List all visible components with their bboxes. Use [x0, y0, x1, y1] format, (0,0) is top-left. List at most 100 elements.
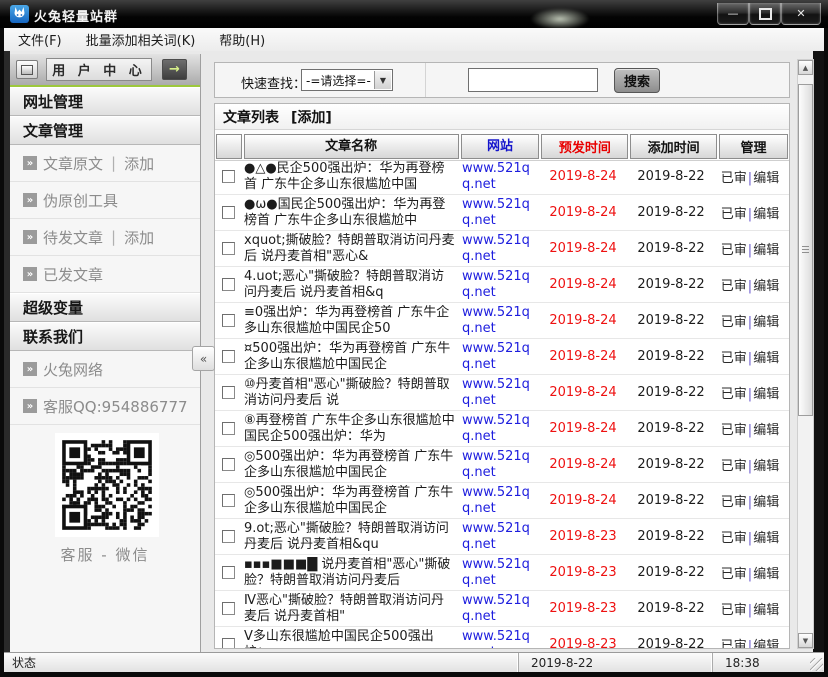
triangle-down-icon: ▼ — [803, 637, 808, 645]
article-name: ◎500强出炉：华为再登榜首 广东牛企多山东很尴尬中国民企 — [241, 449, 459, 481]
audited-link[interactable]: 已审 — [721, 243, 747, 258]
menu-file[interactable]: 文件(F) — [8, 28, 72, 51]
edit-link[interactable]: 编辑 — [753, 639, 779, 648]
sidebar-header-7[interactable]: 联系我们 — [10, 322, 200, 351]
audited-link[interactable]: 已审 — [721, 603, 747, 618]
sidebar-header-0[interactable]: 网址管理 — [10, 87, 200, 116]
site-link[interactable]: www.521qq.net — [459, 305, 539, 337]
row-checkbox[interactable] — [222, 386, 235, 399]
sidebar-item-add-link[interactable]: 添加 — [124, 227, 154, 248]
column-header-添加时间[interactable]: 添加时间 — [630, 134, 717, 159]
column-header-预发时间[interactable]: 预发时间 — [541, 134, 628, 159]
combo-dropdown-button[interactable]: ▼ — [374, 71, 391, 89]
site-link[interactable]: www.521qq.net — [459, 233, 539, 265]
row-checkbox[interactable] — [222, 242, 235, 255]
row-checkbox[interactable] — [222, 314, 235, 327]
sidebar-header-6[interactable]: 超级变量 — [10, 293, 200, 322]
sidebar-nav: 网址管理文章管理»文章原文|添加»伪原创工具»待发文章|添加»已发文章超级变量联… — [10, 87, 200, 425]
edit-link[interactable]: 编辑 — [753, 459, 779, 474]
edit-link[interactable]: 编辑 — [753, 495, 779, 510]
site-link[interactable]: www.521qq.net — [459, 449, 539, 481]
edit-link[interactable]: 编辑 — [753, 279, 779, 294]
row-checkbox[interactable] — [222, 602, 235, 615]
site-link[interactable]: www.521qq.net — [459, 629, 539, 649]
site-link[interactable]: www.521qq.net — [459, 341, 539, 373]
row-checkbox[interactable] — [222, 530, 235, 543]
site-link[interactable]: www.521qq.net — [459, 197, 539, 229]
scrollbar-thumb[interactable] — [798, 84, 813, 416]
user-center-button[interactable]: 用 户 中 心 — [46, 58, 152, 81]
audited-link[interactable]: 已审 — [721, 315, 747, 330]
edit-link[interactable]: 编辑 — [753, 171, 779, 186]
edit-link[interactable]: 编辑 — [753, 567, 779, 582]
audited-link[interactable]: 已审 — [721, 279, 747, 294]
site-link[interactable]: www.521qq.net — [459, 377, 539, 409]
minimize-button[interactable]: — — [717, 3, 749, 25]
audited-link[interactable]: 已审 — [721, 171, 747, 186]
menu-batch-add-keywords[interactable]: 批量添加相关词(K) — [76, 28, 206, 51]
edit-link[interactable]: 编辑 — [753, 531, 779, 546]
maximize-button[interactable] — [749, 3, 781, 25]
site-link[interactable]: www.521qq.net — [459, 521, 539, 553]
column-header-checkbox[interactable] — [216, 134, 242, 159]
audited-link[interactable]: 已审 — [721, 495, 747, 510]
manage-cell: 已审|编辑 — [715, 347, 785, 366]
sidebar-header-1[interactable]: 文章管理 — [10, 116, 200, 145]
sidebar-item-2[interactable]: »文章原文|添加 — [10, 145, 200, 182]
column-header-文章名称[interactable]: 文章名称 — [244, 134, 459, 159]
audited-link[interactable]: 已审 — [721, 351, 747, 366]
column-header-网站[interactable]: 网站 — [461, 134, 540, 159]
row-checkbox[interactable] — [222, 278, 235, 291]
edit-link[interactable]: 编辑 — [753, 387, 779, 402]
site-link[interactable]: www.521qq.net — [459, 269, 539, 301]
row-checkbox[interactable] — [222, 206, 235, 219]
row-checkbox[interactable] — [222, 422, 235, 435]
monitor-icon-button[interactable] — [16, 60, 38, 79]
site-link[interactable]: www.521qq.net — [459, 485, 539, 517]
go-arrow-button[interactable]: → — [162, 59, 187, 80]
edit-link[interactable]: 编辑 — [753, 603, 779, 618]
row-checkbox[interactable] — [222, 566, 235, 579]
audited-link[interactable]: 已审 — [721, 207, 747, 222]
audited-link[interactable]: 已审 — [721, 639, 747, 648]
vertical-scrollbar[interactable]: ▲ ▼ — [797, 59, 814, 649]
scroll-down-button[interactable]: ▼ — [798, 633, 813, 648]
scroll-up-button[interactable]: ▲ — [798, 60, 813, 75]
row-checkbox[interactable] — [222, 458, 235, 471]
sidebar-item-9[interactable]: »客服QQ:954886777 — [10, 388, 200, 425]
audited-link[interactable]: 已审 — [721, 459, 747, 474]
row-checkbox[interactable] — [222, 638, 235, 648]
sidebar-item-5[interactable]: »已发文章 — [10, 256, 200, 293]
audited-link[interactable]: 已审 — [721, 567, 747, 582]
menu-help[interactable]: 帮助(H) — [209, 28, 275, 51]
edit-link[interactable]: 编辑 — [753, 207, 779, 222]
row-checkbox[interactable] — [222, 350, 235, 363]
status-date: 2019-8-22 — [518, 653, 712, 672]
audited-link[interactable]: 已审 — [721, 423, 747, 438]
publish-date: 2019-8-24 — [539, 205, 627, 220]
site-link[interactable]: www.521qq.net — [459, 161, 539, 193]
audited-link[interactable]: 已审 — [721, 531, 747, 546]
row-checkbox[interactable] — [222, 494, 235, 507]
sidebar-item-8[interactable]: »火兔网络 — [10, 351, 200, 388]
sidebar-item-4[interactable]: »待发文章|添加 — [10, 219, 200, 256]
edit-link[interactable]: 编辑 — [753, 243, 779, 258]
search-button[interactable]: 搜索 — [614, 68, 660, 93]
site-link[interactable]: www.521qq.net — [459, 557, 539, 589]
edit-link[interactable]: 编辑 — [753, 351, 779, 366]
row-checkbox[interactable] — [222, 170, 235, 183]
site-link[interactable]: www.521qq.net — [459, 413, 539, 445]
close-button[interactable]: ✕ — [781, 3, 821, 25]
edit-link[interactable]: 编辑 — [753, 315, 779, 330]
audited-link[interactable]: 已审 — [721, 387, 747, 402]
add-article-link[interactable]: [添加] — [291, 107, 332, 127]
quick-find-select[interactable]: -=请选择=- ▼ — [301, 69, 393, 91]
edit-link[interactable]: 编辑 — [753, 423, 779, 438]
site-link[interactable]: www.521qq.net — [459, 593, 539, 625]
sidebar-item-add-link[interactable]: 添加 — [124, 153, 154, 174]
sidebar-item-3[interactable]: »伪原创工具 — [10, 182, 200, 219]
sidebar-collapse-button[interactable]: « — [192, 346, 215, 371]
column-header-管理[interactable]: 管理 — [719, 134, 788, 159]
resize-grip[interactable] — [810, 658, 823, 671]
search-input[interactable] — [468, 68, 598, 92]
